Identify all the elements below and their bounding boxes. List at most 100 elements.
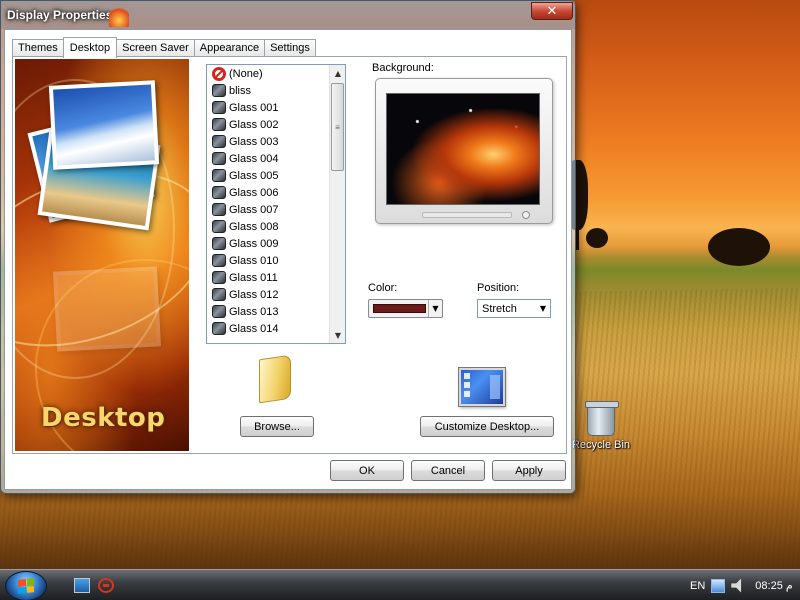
list-item-label: Glass 013 xyxy=(229,305,279,318)
list-item-label: bliss xyxy=(229,84,252,97)
browse-button[interactable]: Browse... xyxy=(240,416,314,437)
list-item-label: Glass 007 xyxy=(229,203,279,216)
position-select[interactable]: Stretch ▼ xyxy=(477,299,551,318)
folder-icon xyxy=(259,354,291,404)
window-title: Display Properties xyxy=(7,8,113,22)
tree-trunk xyxy=(576,210,579,250)
tab-screen-saver[interactable]: Screen Saver xyxy=(116,39,195,57)
customize-desktop-icon xyxy=(458,367,506,407)
list-item[interactable]: Glass 003 xyxy=(207,133,329,150)
close-button[interactable]: ✕ xyxy=(531,2,573,20)
system-tray: EN 08:25 م xyxy=(682,570,800,600)
none-icon xyxy=(212,66,226,81)
image-icon xyxy=(212,254,226,267)
list-item-label: Glass 003 xyxy=(229,135,279,148)
recycle-bin-label: Recycle Bin xyxy=(571,439,631,451)
list-item-label: Glass 002 xyxy=(229,118,279,131)
color-swatch xyxy=(373,304,426,313)
tree-silhouette xyxy=(708,228,770,266)
recycle-bin-icon xyxy=(585,401,619,436)
windows-logo-icon xyxy=(18,578,34,594)
list-item[interactable]: Glass 009 xyxy=(207,235,329,252)
image-icon xyxy=(212,84,226,97)
scroll-down-arrow-icon[interactable]: ▼ xyxy=(330,327,345,343)
image-icon xyxy=(212,203,226,216)
background-preview-screen xyxy=(386,93,540,205)
flame-icon xyxy=(109,5,129,27)
list-item-label: Glass 008 xyxy=(229,220,279,233)
photo-reflection xyxy=(52,266,162,352)
image-icon xyxy=(212,237,226,250)
list-item-label: Glass 004 xyxy=(229,152,279,165)
background-label: Background: xyxy=(372,62,434,74)
apply-button[interactable]: Apply xyxy=(492,460,566,481)
language-indicator[interactable]: EN xyxy=(690,580,705,592)
image-icon xyxy=(212,118,226,131)
scrollbar-thumb[interactable]: ≡ xyxy=(331,83,344,171)
list-item[interactable]: Glass 011 xyxy=(207,269,329,286)
tab-settings[interactable]: Settings xyxy=(264,39,316,57)
list-item[interactable]: Glass 001 xyxy=(207,99,329,116)
image-icon xyxy=(212,152,226,165)
list-item-label: Glass 005 xyxy=(229,169,279,182)
list-item-label: Glass 012 xyxy=(229,288,279,301)
network-icon[interactable] xyxy=(711,578,726,593)
color-picker[interactable]: ▼ xyxy=(368,299,443,318)
list-item[interactable]: Glass 004 xyxy=(207,150,329,167)
list-item[interactable]: Glass 002 xyxy=(207,116,329,133)
image-icon xyxy=(212,169,226,182)
image-icon xyxy=(212,135,226,148)
list-item[interactable]: Glass 007 xyxy=(207,201,329,218)
wallpaper-list-items: (None) bliss Glass 001 Glass 002 Glass 003 Gl… xyxy=(207,65,329,337)
browser-icon[interactable] xyxy=(98,578,114,593)
ok-button[interactable]: OK xyxy=(330,460,404,481)
image-icon xyxy=(212,305,226,318)
image-icon xyxy=(212,186,226,199)
customize-desktop-button[interactable]: Customize Desktop... xyxy=(420,416,554,437)
background-preview-monitor xyxy=(375,78,553,224)
list-item-label: Glass 010 xyxy=(229,254,279,267)
monitor-bezel-bar xyxy=(422,212,512,218)
taskbar: EN 08:25 م xyxy=(0,569,800,600)
show-desktop-icon[interactable] xyxy=(74,578,90,593)
list-item-label: Glass 014 xyxy=(229,322,279,335)
cancel-button[interactable]: Cancel xyxy=(411,460,485,481)
image-icon xyxy=(212,271,226,284)
wallpaper-list[interactable]: (None) bliss Glass 001 Glass 002 Glass 003 Gl… xyxy=(206,64,346,344)
tab-appearance[interactable]: Appearance xyxy=(193,39,266,57)
title-bar[interactable]: Display Properties ✕ xyxy=(1,1,575,29)
wallpaper-list-scrollbar[interactable]: ▲ ≡ ▼ xyxy=(329,65,345,343)
start-button[interactable] xyxy=(5,571,47,600)
list-item[interactable]: Glass 005 xyxy=(207,167,329,184)
list-item[interactable]: bliss xyxy=(207,82,329,99)
list-item[interactable]: Glass 006 xyxy=(207,184,329,201)
list-item[interactable]: (None) xyxy=(207,65,329,82)
list-item[interactable]: Glass 008 xyxy=(207,218,329,235)
monitor-power-icon xyxy=(522,211,530,219)
tab-themes[interactable]: Themes xyxy=(12,39,64,57)
dropdown-arrow-icon: ▼ xyxy=(428,300,442,317)
list-item-label: Glass 006 xyxy=(229,186,279,199)
image-icon xyxy=(212,220,226,233)
recycle-bin-shortcut[interactable]: Recycle Bin xyxy=(570,401,632,451)
volume-icon[interactable] xyxy=(731,578,742,593)
list-item[interactable]: Glass 013 xyxy=(207,303,329,320)
list-item[interactable]: Glass 014 xyxy=(207,320,329,337)
position-label: Position: xyxy=(477,282,520,294)
list-item[interactable]: Glass 012 xyxy=(207,286,329,303)
clock[interactable]: 08:25 م xyxy=(755,579,792,592)
desktop-artwork: Desktop xyxy=(15,59,189,451)
list-item-label: Glass 011 xyxy=(229,271,278,284)
tab-desktop[interactable]: Desktop xyxy=(62,37,118,58)
position-value: Stretch xyxy=(482,303,517,315)
list-item[interactable]: Glass 010 xyxy=(207,252,329,269)
dialog-client-area: Themes Desktop Screen Saver Appearance S… xyxy=(4,29,572,490)
list-item-label: Glass 009 xyxy=(229,237,279,250)
list-item-label: Glass 001 xyxy=(229,101,279,114)
tab-strip: Themes Desktop Screen Saver Appearance S… xyxy=(12,37,316,58)
dropdown-arrow-icon: ▼ xyxy=(536,300,550,317)
image-icon xyxy=(212,322,226,335)
display-properties-window: Display Properties ✕ Themes Desktop Scre… xyxy=(0,0,576,494)
image-icon xyxy=(212,101,226,114)
scroll-up-arrow-icon[interactable]: ▲ xyxy=(330,65,345,81)
